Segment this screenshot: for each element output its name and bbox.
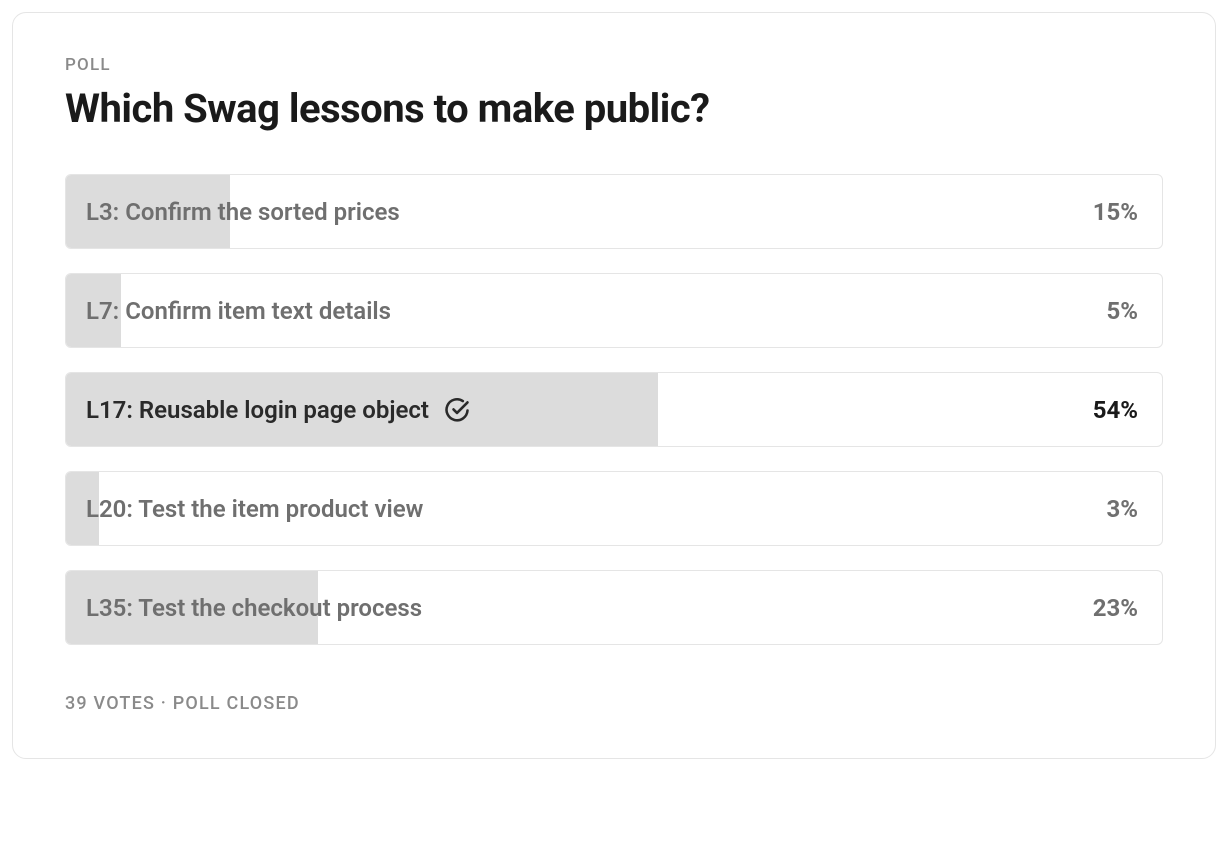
poll-option-percent: 54% <box>1093 396 1138 424</box>
poll-option-content: L35: Test the checkout process 23% <box>66 594 1162 622</box>
poll-option-label: L35: Test the checkout process <box>86 594 422 622</box>
poll-option-label-wrap: L35: Test the checkout process <box>86 594 422 622</box>
poll-option-label-wrap: L20: Test the item product view <box>86 495 423 523</box>
poll-option-label: L20: Test the item product view <box>86 495 423 523</box>
poll-option-label-wrap: L3: Confirm the sorted prices <box>86 198 400 226</box>
poll-option-label: L17: Reusable login page object <box>86 396 429 424</box>
poll-option-percent: 3% <box>1106 495 1138 523</box>
poll-option-percent: 23% <box>1093 594 1138 622</box>
poll-option-label-wrap: L17: Reusable login page object <box>86 396 471 424</box>
poll-options: L3: Confirm the sorted prices 15% L7: Co… <box>65 174 1163 645</box>
poll-option-content: L3: Confirm the sorted prices 15% <box>66 198 1162 226</box>
poll-option-content: L17: Reusable login page object 54% <box>66 396 1162 424</box>
poll-option-percent: 15% <box>1093 198 1138 226</box>
poll-footer: 39 VOTES · POLL CLOSED <box>65 693 1163 714</box>
poll-option[interactable]: L35: Test the checkout process 23% <box>65 570 1163 645</box>
poll-option[interactable]: L3: Confirm the sorted prices 15% <box>65 174 1163 249</box>
poll-option-label: L3: Confirm the sorted prices <box>86 198 400 226</box>
poll-option-label-wrap: L7: Confirm item text details <box>86 297 391 325</box>
poll-label: POLL <box>65 55 1163 75</box>
poll-option-content: L20: Test the item product view 3% <box>66 495 1162 523</box>
poll-title: Which Swag lessons to make public? <box>65 85 1163 132</box>
poll-option-percent: 5% <box>1106 297 1138 325</box>
check-circle-icon <box>443 396 471 424</box>
poll-option[interactable]: L17: Reusable login page object 54% <box>65 372 1163 447</box>
poll-option[interactable]: L7: Confirm item text details 5% <box>65 273 1163 348</box>
poll-option-content: L7: Confirm item text details 5% <box>66 297 1162 325</box>
poll-card: POLL Which Swag lessons to make public? … <box>12 12 1216 759</box>
poll-option[interactable]: L20: Test the item product view 3% <box>65 471 1163 546</box>
poll-option-label: L7: Confirm item text details <box>86 297 391 325</box>
